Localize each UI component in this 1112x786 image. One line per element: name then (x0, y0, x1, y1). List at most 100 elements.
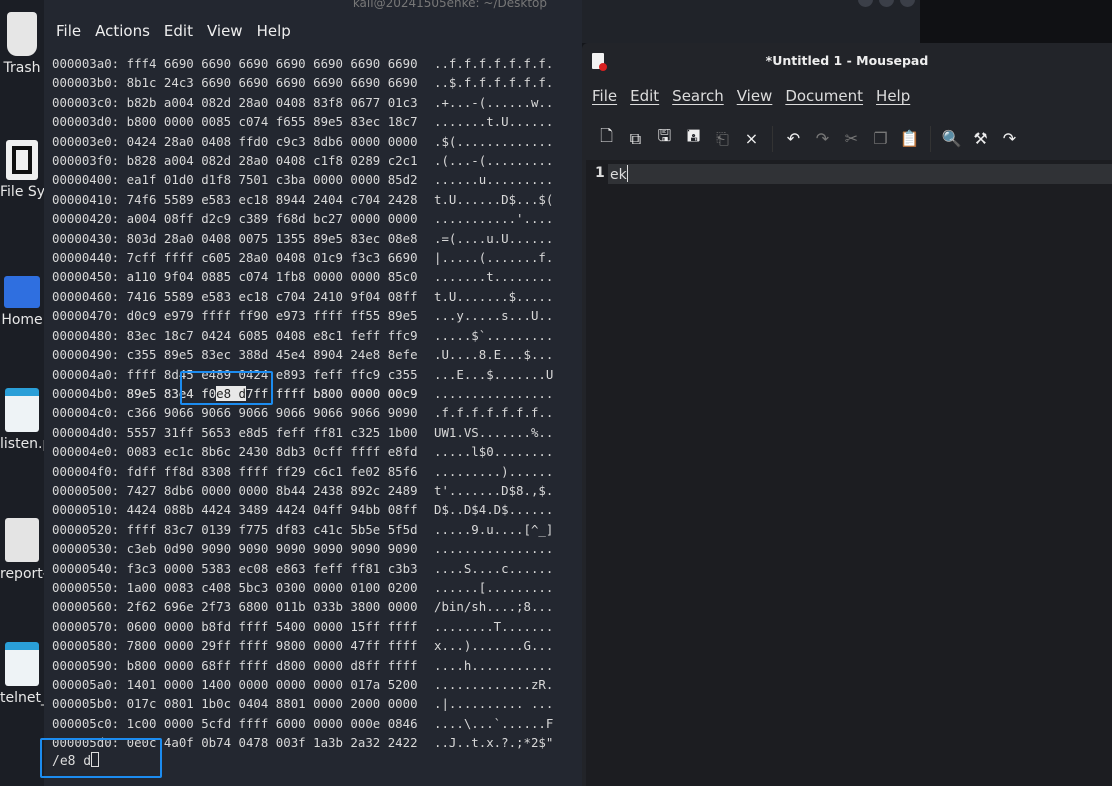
hex-row: 00000550: 1a00 0083 c408 5bc3 0300 0000 … (52, 578, 553, 597)
hex-address: 000005a0: (52, 677, 120, 692)
hex-row: 000005a0: 1401 0000 1400 0000 0000 0000 … (52, 675, 553, 694)
hex-ascii: ..f.f.f.f.f.f.f. (434, 56, 554, 71)
undo-icon[interactable]: ↶ (779, 129, 808, 148)
save-icon[interactable]: 🖫 (650, 125, 679, 152)
hex-bytes: b800 0000 0085 c074 f655 89e5 83ec 18c7 (126, 114, 418, 130)
hex-address: 000004d0: (52, 424, 120, 440)
hex-row: 00000440: 7cff ffff c605 28a0 0408 01c9 … (52, 248, 553, 267)
save-as-icon[interactable]: 🖪 (679, 125, 708, 152)
new-window-icon[interactable]: ⧉ (621, 129, 650, 149)
redo-icon[interactable]: ↷ (808, 129, 837, 148)
hex-bytes: 0e0c 4a0f 0b74 0478 003f 1a3b 2a32 2422 (126, 735, 418, 751)
hex-ascii: ....\...`......F (434, 715, 554, 731)
desktop-icon[interactable]: listen.pcap (0, 388, 44, 452)
hex-bytes: 2f62 696e 2f73 6800 011b 033b 3800 0000 (126, 599, 418, 615)
hex-ascii: .....l$0........ (434, 444, 554, 460)
maximize-button[interactable] (879, 0, 894, 7)
new-document-icon[interactable]: 🗋 (592, 125, 621, 152)
hex-ascii: ..J..t.x.?.;*2$" (434, 735, 554, 751)
mousepad-menu-search[interactable]: Search (672, 87, 724, 105)
hex-address: 000004a0: (52, 366, 120, 382)
copy-icon[interactable]: ❐ (866, 129, 895, 148)
editor-content[interactable]: ek (610, 165, 628, 183)
hex-address: 00000510: (52, 502, 120, 518)
terminal-menu-bar: File Actions Edit View Help (56, 22, 291, 40)
hex-ascii: ......u......... (434, 172, 554, 188)
hex-ascii: ...y.....s...U.. (434, 308, 554, 324)
hex-address: 00000570: (52, 618, 120, 634)
text-cursor (626, 165, 628, 182)
hex-bytes: 803d 28a0 0408 0075 1355 89e5 83ec 08e8 (126, 230, 418, 246)
hex-ascii: .........)...... (434, 463, 554, 479)
hex-address: 00000450: (52, 269, 120, 285)
desktop-icon[interactable]: Trash (0, 12, 44, 76)
terminal-menu-help[interactable]: Help (257, 22, 291, 40)
hex-row: 00000510: 4424 088b 4424 3489 4424 04ff … (52, 500, 553, 519)
hex-ascii: ................ (434, 541, 554, 557)
hex-bytes: c355 89e5 83ec 388d 45e4 8904 24e8 8efe (126, 347, 418, 363)
text-editor[interactable]: 1 ek (586, 160, 1112, 786)
find-replace-icon[interactable]: ⚒ (966, 129, 995, 148)
terminal-menu-actions[interactable]: Actions (95, 22, 150, 40)
close-button[interactable] (900, 0, 915, 7)
hex-bytes: 5557 31ff 5653 e8d5 feff ff81 c325 1b00 (126, 424, 418, 440)
hex-address: 000005c0: (52, 715, 120, 731)
mousepad-menu-view[interactable]: View (737, 87, 773, 105)
find-icon[interactable]: 🔍 (937, 129, 966, 148)
hex-bytes: 1a00 0083 c408 5bc3 0300 0000 0100 0200 (126, 579, 418, 595)
desktop-icon[interactable]: report-0204 (0, 518, 44, 582)
hex-address: 00000490: (52, 347, 120, 363)
hex-row: 00000420: a004 08ff d2c9 c389 f68d bc27 … (52, 209, 553, 228)
desktop-icon-label: File System (0, 184, 44, 200)
hex-ascii: .+...-(......w.. (434, 94, 554, 110)
desktop-icon[interactable]: telnet_pcap (0, 642, 44, 706)
hex-address: 00000500: (52, 482, 120, 498)
mousepad-menu-edit[interactable]: Edit (630, 87, 659, 105)
mousepad-menu-file[interactable]: File (592, 87, 617, 105)
binary-file-icon (5, 388, 39, 432)
hex-bytes: ea1f 01d0 d1f8 7501 c3ba 0000 0000 85d2 (126, 172, 418, 188)
go-to-line-icon[interactable]: ↷ (995, 129, 1024, 148)
hex-ascii: .......t.U...... (434, 114, 554, 130)
revert-icon[interactable]: ⎗ (708, 129, 737, 149)
terminal-menu-file[interactable]: File (56, 22, 81, 40)
hex-address: 000003f0: (52, 153, 120, 169)
terminal-menu-view[interactable]: View (207, 22, 243, 40)
hex-address: 00000530: (52, 541, 120, 557)
mousepad-menu-document[interactable]: Document (785, 87, 863, 105)
match-highlight-box (180, 371, 273, 405)
hex-bytes: 1c00 0000 5cfd ffff 6000 0000 000e 0846 (126, 715, 418, 731)
hex-bytes: f3c3 0000 5383 ec08 e863 feff ff81 c3b3 (126, 560, 418, 576)
hex-row: 000005b0: 017c 0801 1b0c 0404 8801 0000 … (52, 694, 553, 713)
hex-bytes: 7427 8db6 0000 0000 8b44 2438 892c 2489 (126, 482, 418, 498)
mousepad-title: *Untitled 1 - Mousepad (765, 53, 929, 68)
hex-row: 00000580: 7800 0000 29ff ffff 9800 0000 … (52, 636, 553, 655)
hex-address: 00000400: (52, 172, 120, 188)
hex-bytes: d0c9 e979 ffff ff90 e973 ffff ff55 89e5 (126, 308, 418, 324)
close-document-icon[interactable]: × (737, 129, 766, 148)
hex-address: 00000560: (52, 599, 120, 615)
minimize-button[interactable] (858, 0, 873, 7)
hex-address: 000004b0: (52, 385, 120, 401)
hex-ascii: .$(............. (434, 133, 554, 149)
terminal-title: kali@20241505enke: ~/Desktop (352, 0, 547, 10)
hex-row: 00000450: a110 9f04 0885 c074 1fb8 0000 … (52, 267, 553, 286)
desktop-icon[interactable]: File System (0, 140, 44, 200)
mousepad-menu-help[interactable]: Help (876, 87, 910, 105)
hex-ascii: |.....(.......f. (434, 250, 554, 266)
hex-address: 000004f0: (52, 463, 120, 479)
hex-row: 00000500: 7427 8db6 0000 0000 8b44 2438 … (52, 481, 553, 500)
hex-row: 00000590: b800 0000 68ff ffff d800 0000 … (52, 656, 553, 675)
desktop-icon-label: listen.pcap (0, 436, 44, 452)
hex-bytes: c366 9066 9066 9066 9066 9066 9066 9090 (126, 405, 418, 421)
terminal-menu-edit[interactable]: Edit (164, 22, 193, 40)
hex-row: 000004a0: ffff 8d45 e489 0424 e893 feff … (52, 365, 553, 384)
hex-row: 000004e0: 0083 ec1c 8b6c 2430 8db3 0cff … (52, 442, 553, 461)
paste-icon[interactable]: 📋 (895, 129, 924, 148)
cut-icon[interactable]: ✂ (837, 129, 866, 148)
hex-address: 00000430: (52, 230, 120, 246)
desktop-icon[interactable]: Home (0, 268, 44, 328)
hex-ascii: .=(....u.U...... (434, 230, 554, 246)
hex-ascii: .....$`......... (434, 327, 554, 343)
hex-ascii: ................ (434, 385, 554, 401)
